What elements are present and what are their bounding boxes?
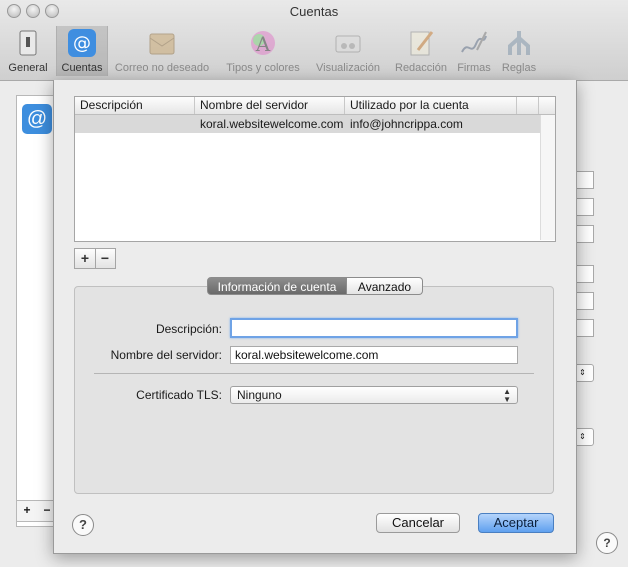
description-field[interactable] [230,318,518,338]
table-header: Descripción Nombre del servidor Utilizad… [75,97,555,115]
toolbar-junk-mail[interactable]: Correo no deseado [108,26,216,76]
tls-certificate-value: Ninguno [237,388,282,402]
toolbar-label: Cuentas [61,62,103,74]
column-header-server[interactable]: Nombre del servidor [195,97,345,114]
tls-certificate-label: Certificado TLS: [136,388,222,402]
table-scrollbar[interactable] [540,115,555,240]
column-header-account[interactable]: Utilizado por la cuenta [345,97,517,114]
server-name-label: Nombre del servidor: [110,348,222,362]
smtp-server-sheet: Descripción Nombre del servidor Utilizad… [53,80,577,554]
toolbar-label: Reglas [501,62,537,74]
popup-arrows-icon: ▲ ▼ [503,387,511,404]
fonts-colors-icon: A [248,28,278,58]
toolbar-label: Redacción [395,62,447,74]
toolbar-fonts-colors[interactable]: A Tipos y colores [220,26,306,76]
ok-button[interactable]: Aceptar [478,513,554,533]
cell-account: info@johncrippa.com [350,117,463,131]
toolbar-label: Tipos y colores [226,62,300,74]
switch-icon [13,28,43,58]
svg-text:@: @ [73,33,91,54]
column-header-description[interactable]: Descripción [75,97,195,114]
column-header-filler [517,97,539,114]
server-name-field[interactable] [230,346,518,364]
toolbar-label: Firmas [457,62,491,74]
servers-table: Descripción Nombre del servidor Utilizad… [74,96,556,242]
svg-text:A: A [255,32,271,56]
viewing-icon [333,28,363,58]
toolbar-label: Correo no deseado [114,62,210,74]
cancel-button[interactable]: Cancelar [376,513,460,533]
at-sign-icon: @ [67,28,97,58]
toolbar-accounts[interactable]: @ Cuentas [56,26,108,76]
signature-icon [459,28,489,58]
add-account-button[interactable]: + [17,501,37,519]
toolbar-rules[interactable]: Reglas [498,26,540,76]
toolbar-viewing[interactable]: Visualización [310,26,386,76]
toolbar-composing[interactable]: Redacción [390,26,452,76]
rules-icon [504,28,534,58]
tab-account-info[interactable]: Información de cuenta [207,277,347,295]
toolbar-label: Visualización [315,62,380,74]
junk-mail-icon [147,28,177,58]
toolbar-general[interactable]: General [6,26,50,76]
tls-certificate-popup[interactable]: Ninguno ▲ ▼ [230,386,518,404]
table-row[interactable]: koral.websitewelcome.com info@johncrippa… [75,115,540,133]
background-help-button: ? [596,532,618,554]
cell-server: koral.websitewelcome.com [200,117,344,131]
server-add-remove: + − [74,248,116,269]
mail-preferences-window: Cuentas General @ Cuentas Correo no dese… [0,0,628,567]
add-server-button[interactable]: + [75,249,96,268]
cell-description [75,115,195,133]
divider [94,373,534,374]
toolbar-label: General [8,62,48,74]
account-at-icon[interactable]: @ [22,104,52,134]
title-bar: Cuentas General @ Cuentas Correo no dese… [0,0,628,81]
description-label: Descripción: [155,322,222,336]
window-title: Cuentas [289,4,339,19]
tab-advanced[interactable]: Avanzado [347,277,423,295]
toolbar-signatures[interactable]: Firmas [454,26,494,76]
help-button[interactable]: ? [72,514,94,536]
remove-server-button[interactable]: − [95,249,115,268]
composing-icon [406,28,436,58]
